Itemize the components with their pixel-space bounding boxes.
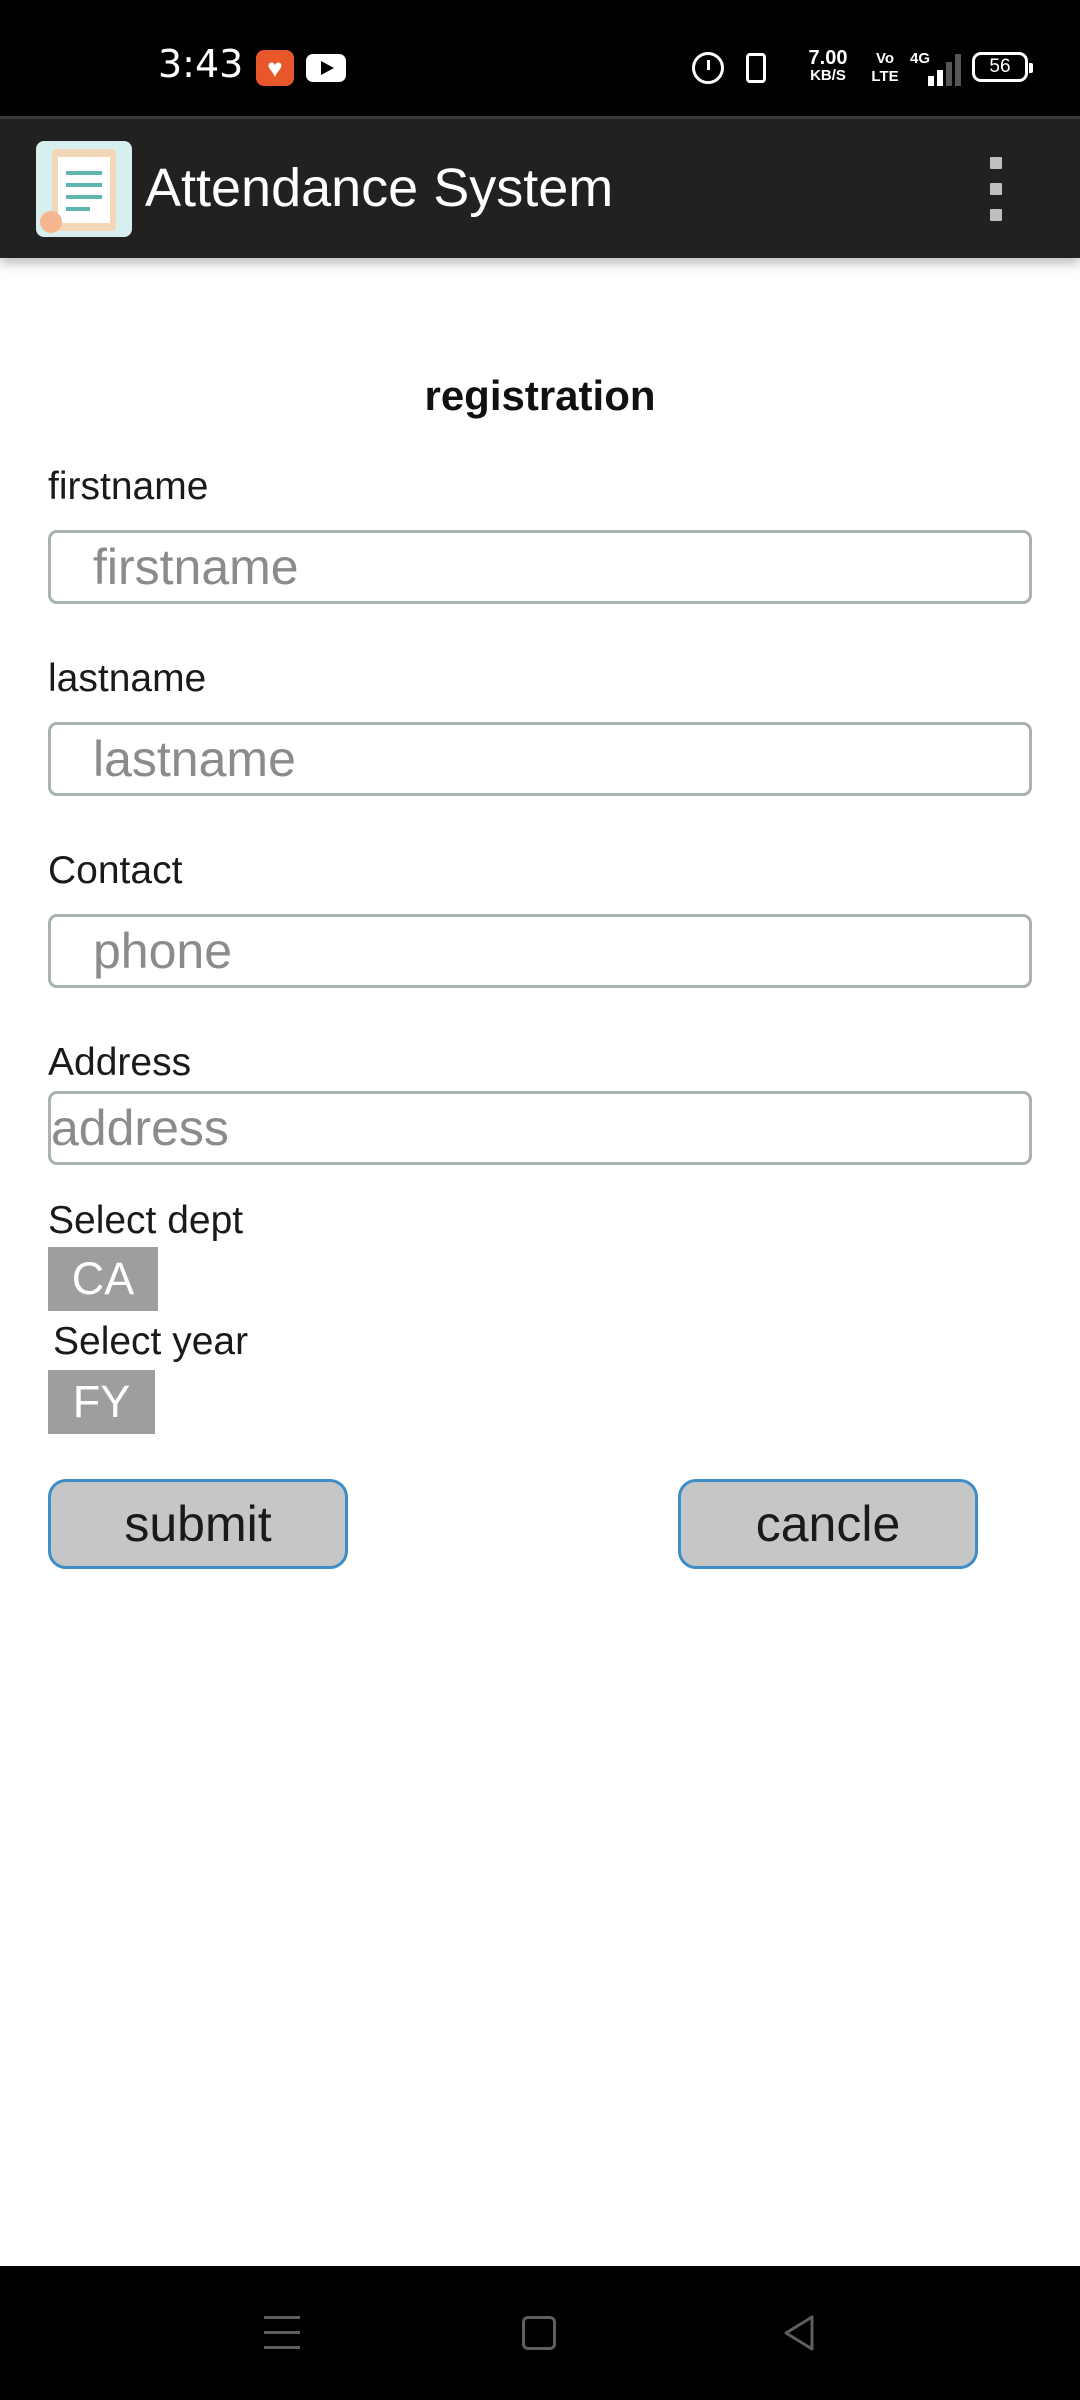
- lastname-label: lastname: [48, 657, 207, 700]
- heart-notification-icon: [256, 50, 294, 86]
- address-input[interactable]: [48, 1091, 1032, 1165]
- firstname-label: firstname: [48, 465, 209, 508]
- recent-apps-icon[interactable]: [264, 2316, 300, 2350]
- network-speed-unit: KB/S: [810, 67, 846, 84]
- year-label: Select year: [53, 1320, 249, 1363]
- status-time: 3:43: [158, 42, 244, 86]
- battery-icon: 56: [972, 52, 1033, 82]
- signal-icon: 4G: [910, 50, 961, 86]
- firstname-input[interactable]: [48, 530, 1032, 604]
- cancel-button[interactable]: cancle: [678, 1479, 978, 1569]
- year-select[interactable]: FY: [48, 1370, 155, 1434]
- app-bar: Attendance System: [0, 116, 1080, 258]
- app-title: Attendance System: [145, 158, 614, 218]
- home-icon[interactable]: [522, 2316, 556, 2350]
- dept-label: Select dept: [48, 1199, 244, 1242]
- youtube-icon: [306, 54, 346, 82]
- volte-indicator: Vo LTE: [871, 50, 899, 85]
- form-title: registration: [424, 372, 656, 419]
- status-bar: 3:43 7.00 KB/S Vo LTE 4G 56: [0, 0, 1080, 116]
- attendance-logo-icon: [36, 141, 132, 237]
- network-type: 4G: [910, 50, 931, 67]
- network-speed-value: 7.00: [808, 47, 848, 69]
- lastname-input[interactable]: [48, 722, 1032, 796]
- battery-level: 56: [989, 56, 1011, 77]
- contact-label: Contact: [48, 849, 183, 892]
- phone-input[interactable]: [48, 914, 1032, 988]
- back-icon[interactable]: [782, 2314, 816, 2352]
- address-label: Address: [48, 1041, 192, 1084]
- overflow-menu-icon[interactable]: [988, 157, 1004, 221]
- vibrate-icon: [746, 53, 766, 83]
- dept-select[interactable]: CA: [48, 1247, 158, 1311]
- submit-button[interactable]: submit: [48, 1479, 348, 1569]
- network-speed: 7.00 KB/S: [800, 48, 856, 84]
- navigation-bar: [0, 2266, 1080, 2400]
- alarm-icon: [692, 52, 724, 84]
